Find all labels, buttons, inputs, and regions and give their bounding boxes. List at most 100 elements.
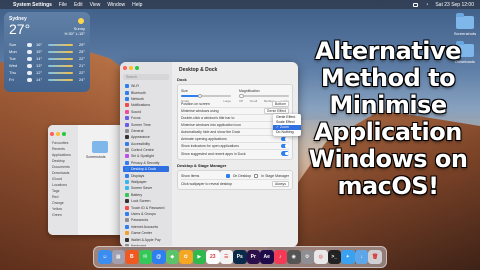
finder-sidebar: Favourites Recents Applications Desktop Docu… bbox=[48, 125, 78, 235]
settings-sidebar-item[interactable]: Notifications bbox=[123, 102, 169, 108]
launchpad-icon[interactable]: ▦ bbox=[111, 250, 125, 264]
settings-category-icon bbox=[125, 173, 129, 178]
settings-sidebar-label: Sound bbox=[131, 109, 142, 114]
forecast-hi: 21° bbox=[78, 63, 85, 68]
forecast-day: Wed bbox=[9, 63, 18, 68]
maps-icon[interactable]: ◆ bbox=[165, 250, 179, 264]
brave-icon[interactable]: B bbox=[125, 250, 139, 264]
magnification-slider-knob[interactable] bbox=[239, 93, 244, 98]
settings-window[interactable]: Search Wi-Fi Bluetooth Network Notification… bbox=[120, 62, 298, 247]
battery-icon[interactable] bbox=[413, 2, 419, 7]
menu-item-window[interactable]: Window bbox=[107, 2, 125, 8]
settings-category-icon bbox=[125, 224, 129, 229]
forecast-day: Mon bbox=[9, 49, 17, 54]
minimise-label: Minimise windows using bbox=[181, 109, 219, 113]
messages-icon[interactable]: ✉ bbox=[138, 250, 152, 264]
settings-sidebar-label: Privacy & Security bbox=[131, 160, 160, 165]
settings-sidebar-label: Battery bbox=[131, 192, 143, 197]
finder-icon[interactable]: ☺ bbox=[98, 250, 112, 264]
minimise-icon[interactable] bbox=[129, 66, 133, 70]
minimise-icon[interactable] bbox=[56, 132, 60, 136]
settings-category-icon bbox=[125, 96, 129, 101]
forecast-bar bbox=[48, 43, 73, 46]
zoom-icon[interactable] bbox=[135, 66, 139, 70]
menu-item-file[interactable]: File bbox=[59, 2, 67, 8]
cloud-icon bbox=[27, 63, 32, 68]
settings-sidebar-item[interactable]: Displays bbox=[123, 172, 169, 178]
chrome-icon[interactable]: ◎ bbox=[314, 250, 328, 264]
reminders-icon[interactable]: ☰ bbox=[219, 250, 233, 264]
settings-category-icon bbox=[125, 205, 129, 210]
settings-sidebar-item[interactable]: Appearance bbox=[123, 134, 169, 140]
minimise-effect-popup-menu[interactable]: Genie Effect Scale Effect ✓ Zoom Do Nothing bbox=[273, 114, 301, 136]
forecast-row: Sun 16° 29° bbox=[9, 41, 85, 48]
folder-icon[interactable] bbox=[92, 141, 108, 153]
close-icon[interactable] bbox=[123, 66, 127, 70]
checkbox-checked-icon[interactable] bbox=[225, 174, 230, 178]
facetime-icon[interactable]: ▶ bbox=[192, 250, 206, 264]
settings-sidebar-item[interactable]: Bluetooth bbox=[123, 89, 169, 95]
photos-icon[interactable]: ✿ bbox=[179, 250, 193, 264]
forecast-day: Fri bbox=[9, 77, 14, 82]
settings-sidebar-item[interactable]: Passwords bbox=[123, 217, 169, 223]
terminal-icon[interactable]: >_ bbox=[327, 250, 341, 264]
mag-off-label: Off bbox=[239, 98, 243, 103]
popup-menu-item[interactable]: Do Nothing bbox=[273, 130, 301, 135]
overlay-line: Method to bbox=[320, 64, 456, 92]
safari-icon[interactable]: ✦ bbox=[341, 250, 355, 264]
checkbox-unchecked-icon[interactable] bbox=[254, 174, 259, 178]
settings-search-input[interactable]: Search bbox=[123, 74, 169, 80]
finder-sidebar-item[interactable]: Green bbox=[50, 212, 76, 218]
settings-sidebar-item[interactable]: Siri & Spotlight bbox=[123, 153, 169, 159]
settings-icon[interactable]: ⚙ bbox=[300, 250, 314, 264]
menu-item-view[interactable]: View bbox=[90, 2, 101, 8]
settings-category-icon bbox=[125, 231, 129, 236]
aftereffects-icon[interactable]: Ae bbox=[260, 250, 274, 264]
menu-item-help[interactable]: Help bbox=[132, 2, 142, 8]
size-slider-track[interactable] bbox=[181, 93, 231, 98]
click-wallpaper-select[interactable]: Always bbox=[271, 180, 289, 187]
dock: ☺ ▦ B ✉ @ ◆ ✿ ▶ 23 ☰ Ps Pr Ae ♪ ◉ ⚙ ◎ >_ ✦ ↓ 🗑 bbox=[93, 246, 387, 268]
toggle-switch[interactable] bbox=[281, 151, 289, 156]
settings-sidebar-item[interactable]: Screen Time bbox=[123, 121, 169, 127]
settings-sidebar-item[interactable]: Sound bbox=[123, 109, 169, 115]
calendar-icon[interactable]: 23 bbox=[206, 250, 220, 264]
wifi-icon[interactable]: ◔ bbox=[425, 2, 428, 8]
position-select[interactable]: Bottom bbox=[271, 101, 289, 107]
zoom-icon[interactable] bbox=[62, 132, 66, 136]
downloads-folder-icon[interactable]: ↓ bbox=[354, 250, 369, 264]
camera-icon[interactable]: ◉ bbox=[287, 250, 301, 264]
cloud-icon bbox=[27, 42, 32, 47]
settings-sidebar-label: Lock Screen bbox=[131, 199, 151, 204]
toggle-row: Animate opening applications bbox=[181, 136, 289, 143]
toggle-row-label: Automatically hide and show the Dock bbox=[181, 130, 241, 134]
weather-widget[interactable]: Sydney 27° Sunny H:30° L:15° Sun 16° 29° M… bbox=[4, 12, 90, 92]
photoshop-icon[interactable]: Ps bbox=[233, 250, 247, 264]
music-icon[interactable]: ♪ bbox=[273, 250, 287, 264]
menu-item-edit[interactable]: Edit bbox=[74, 2, 83, 8]
menu-app-name[interactable]: System Settings bbox=[13, 2, 52, 8]
premiere-icon[interactable]: Pr bbox=[246, 250, 260, 264]
mail-icon[interactable]: @ bbox=[152, 250, 166, 264]
settings-main-pane: Desktop & Dock Dock Size Small Large Magn… bbox=[172, 62, 298, 247]
forecast-bar bbox=[48, 71, 73, 74]
settings-sidebar-label: Network bbox=[131, 96, 144, 101]
settings-category-icon bbox=[125, 167, 129, 172]
toggle-switch[interactable] bbox=[281, 143, 289, 149]
click-wallpaper-label: Click wallpaper to reveal desktop bbox=[181, 181, 233, 186]
settings-sidebar-item[interactable]: Wallet & Apple Pay bbox=[123, 236, 169, 242]
settings-sidebar-label: Displays bbox=[131, 173, 145, 178]
settings-category-icon bbox=[125, 135, 129, 140]
trash-icon[interactable]: 🗑 bbox=[368, 250, 382, 264]
menu-datetime[interactable]: Sat 23 Sep 12:00 bbox=[435, 2, 474, 8]
overlay-line: Minimise bbox=[329, 91, 447, 119]
close-icon[interactable] bbox=[50, 132, 54, 136]
settings-sidebar-item[interactable]: Accessibility bbox=[123, 141, 169, 147]
desktop-folder-icon[interactable] bbox=[456, 13, 474, 29]
size-slider-knob[interactable] bbox=[197, 93, 202, 98]
size-slider[interactable]: Size Small Large bbox=[181, 89, 231, 103]
toggle-switch[interactable] bbox=[281, 136, 289, 142]
settings-sidebar-item[interactable]: Touch ID & Password bbox=[123, 204, 169, 210]
magnification-slider-track[interactable] bbox=[239, 93, 289, 98]
settings-sidebar-item[interactable]: Screen Saver bbox=[123, 185, 169, 191]
